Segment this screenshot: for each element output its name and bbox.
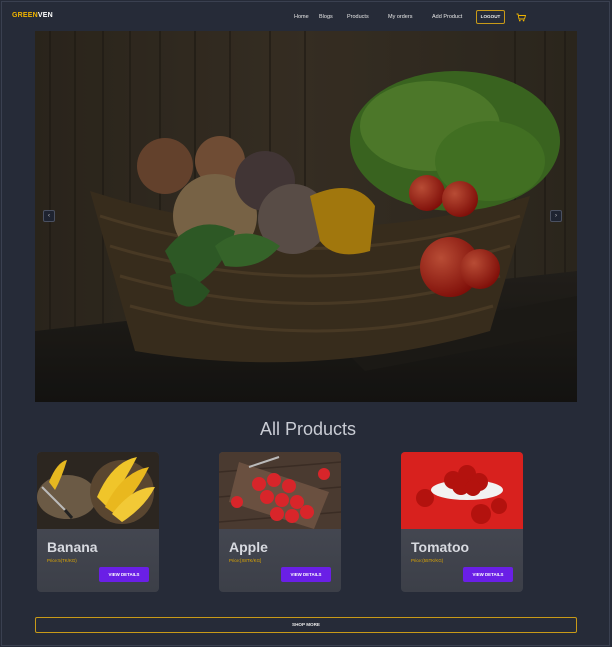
view-details-button[interactable]: VIEW DETAILS (463, 567, 513, 582)
view-details-button[interactable]: VIEW DETAILS (99, 567, 149, 582)
product-image-tomato (401, 452, 523, 529)
product-name: Banana (47, 539, 98, 555)
shop-more-button[interactable]: SHOP MORE (35, 617, 577, 633)
logout-button[interactable]: LOGOUT (476, 10, 505, 24)
brand-part-2: VEN (37, 12, 53, 19)
hero-carousel[interactable] (35, 31, 577, 402)
brand-logo[interactable]: GREENVEN (12, 12, 53, 19)
page-frame: GREENVEN Home Blogs Products My orders A… (1, 1, 610, 646)
product-card-banana[interactable]: Banana Price:5(TK/KG) VIEW DETAILS (37, 452, 159, 592)
product-card-apple[interactable]: Apple Price:[X8TK/KG] VIEW DETAILS (219, 452, 341, 592)
nav-home-link[interactable]: Home (294, 14, 309, 20)
carousel-prev-button[interactable]: ‹ (43, 210, 55, 222)
product-name: Tomatoo (411, 539, 470, 555)
nav-products-link[interactable]: Products (347, 14, 369, 20)
hero-image-vegetable-basket (35, 31, 577, 402)
product-card-tomatoo[interactable]: Tomatoo Price:(55TK/KG) VIEW DETAILS (401, 452, 523, 592)
product-name: Apple (229, 539, 268, 555)
nav-add-product-link[interactable]: Add Product (432, 14, 462, 20)
product-price: Price:[X8TK/KG] (229, 558, 262, 563)
products-section-title: All Products (259, 419, 357, 439)
chevron-right-icon: › (555, 213, 557, 219)
nav-my-orders-link[interactable]: My orders (388, 14, 412, 20)
navbar: GREENVEN Home Blogs Products My orders A… (2, 2, 609, 32)
product-price: Price:(55TK/KG) (411, 558, 444, 563)
brand-part-1: GREEN (12, 12, 38, 19)
product-image-banana (37, 452, 159, 529)
cart-icon[interactable] (516, 13, 526, 22)
nav-blogs-link[interactable]: Blogs (319, 14, 333, 20)
view-details-button[interactable]: VIEW DETAILS (281, 567, 331, 582)
product-price: Price:5(TK/KG) (47, 558, 77, 563)
product-image-apple (219, 452, 341, 529)
chevron-left-icon: ‹ (48, 213, 50, 219)
carousel-next-button[interactable]: › (550, 210, 562, 222)
